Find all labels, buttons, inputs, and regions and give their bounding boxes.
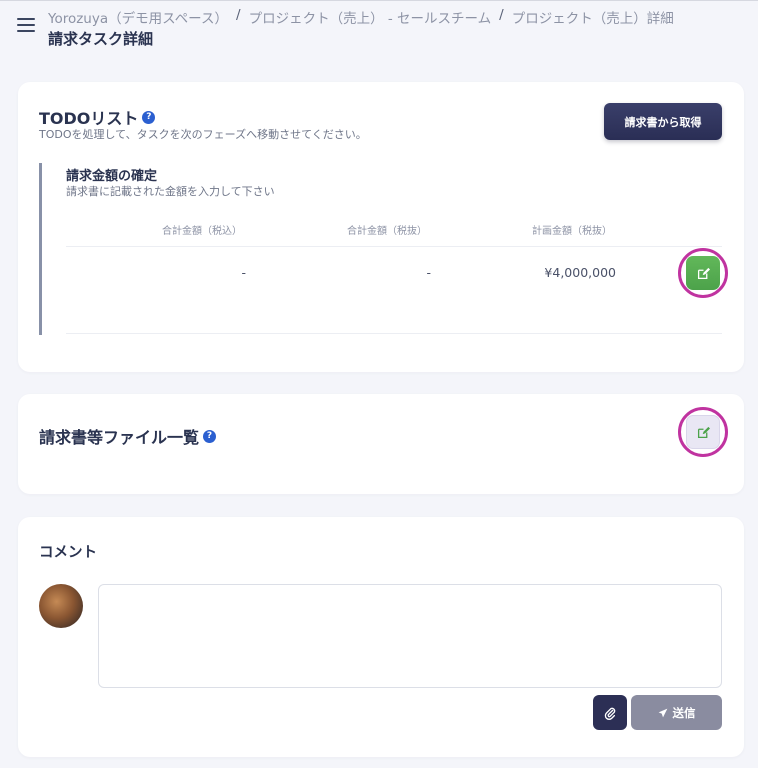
task-billing-amount: 請求金額の確定 請求書に記載された金額を入力して下さい 合計金額（税込） 合計金…	[39, 163, 722, 335]
breadcrumb-separator: /	[236, 7, 241, 23]
todo-subtitle: TODOを処理して、タスクを次のフェーズへ移動させてください。	[39, 128, 367, 141]
files-card-title-row: 請求書等ファイル一覧 ?	[39, 424, 217, 448]
task-title: 請求金額の確定	[66, 169, 158, 184]
send-label: 送信	[672, 707, 696, 720]
edit-square-icon	[697, 426, 710, 438]
todo-card: TODOリスト ? TODOを処理して、タスクを次のフェーズへ移動させてください…	[18, 82, 744, 372]
avatar	[39, 584, 83, 628]
table-divider	[66, 246, 722, 247]
question-circle-icon[interactable]: ?	[142, 110, 156, 124]
hamburger-menu-icon[interactable]	[17, 18, 35, 32]
breadcrumb: Yorozuya（デモ用スペース） / プロジェクト（売上） - セールスチーム…	[48, 7, 674, 27]
edit-highlight-ring	[678, 248, 728, 298]
top-bar: Yorozuya（デモ用スペース） / プロジェクト（売上） - セールスチーム…	[0, 0, 758, 70]
column-header-planned-excl-tax: 計画金額（税抜）	[532, 226, 612, 237]
send-button[interactable]: 送信	[631, 695, 722, 730]
breadcrumb-item-project-detail[interactable]: プロジェクト（売上）詳細	[512, 7, 674, 27]
edit-square-icon	[697, 267, 710, 279]
value-total-incl-tax: -	[241, 265, 246, 280]
invoice-files-card: 請求書等ファイル一覧 ?	[18, 394, 744, 494]
paper-plane-icon	[658, 708, 667, 717]
breadcrumb-item-space[interactable]: Yorozuya（デモ用スペース）	[48, 7, 228, 27]
column-header-total-excl-tax: 合計金額（税抜）	[347, 226, 427, 237]
task-subtitle: 請求書に記載された金額を入力して下さい	[66, 185, 275, 198]
value-total-excl-tax: -	[426, 265, 431, 280]
question-circle-icon[interactable]: ?	[203, 429, 217, 443]
page-title: 請求タスク詳細	[48, 30, 154, 48]
value-planned-excl-tax: ¥4,000,000	[544, 265, 616, 280]
attach-file-button[interactable]	[593, 695, 627, 730]
edit-highlight-ring	[678, 407, 728, 457]
breadcrumb-item-project[interactable]: プロジェクト（売上） - セールスチーム	[249, 7, 492, 27]
comment-card: コメント 送信	[18, 517, 744, 757]
comment-title: コメント	[39, 545, 97, 561]
edit-files-button[interactable]	[686, 415, 720, 449]
files-title: 請求書等ファイル一覧	[39, 428, 200, 447]
fetch-from-invoice-button[interactable]: 請求書から取得	[604, 103, 722, 140]
comment-input[interactable]	[98, 584, 722, 688]
paperclip-icon	[604, 707, 616, 720]
breadcrumb-separator: /	[499, 7, 504, 23]
table-divider	[66, 333, 722, 334]
column-header-total-incl-tax: 合計金額（税込）	[162, 226, 242, 237]
edit-amount-button[interactable]	[686, 256, 720, 290]
